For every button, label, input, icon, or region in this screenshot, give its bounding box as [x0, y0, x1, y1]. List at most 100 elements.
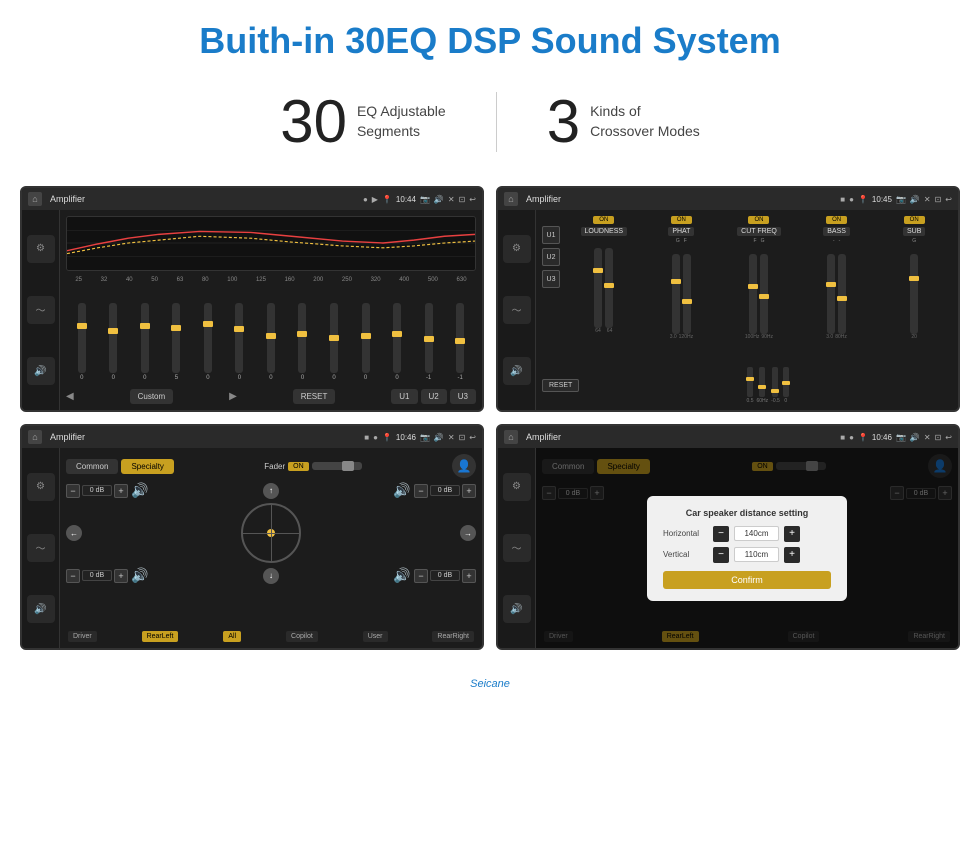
- volume-icon4[interactable]: 🔊: [910, 433, 920, 442]
- dialog-confirm-button[interactable]: Confirm: [663, 571, 831, 589]
- spk-minus-tl[interactable]: −: [66, 484, 80, 498]
- cutfreq-slider2[interactable]: [760, 254, 768, 334]
- crossover-reset-btn[interactable]: RESET: [542, 379, 579, 392]
- specialty-tab1[interactable]: Specialty: [121, 459, 173, 474]
- eq-slider-2[interactable]: 0: [109, 303, 117, 381]
- eq-u3-btn[interactable]: U3: [450, 389, 476, 404]
- eq-u1-btn[interactable]: U1: [391, 389, 417, 404]
- spk-plus-bl[interactable]: +: [114, 569, 128, 583]
- play-icon[interactable]: ▶: [372, 195, 378, 204]
- eq-slider-9[interactable]: 0: [330, 303, 338, 381]
- speaker2-sidebar-btn2[interactable]: 〜: [503, 534, 531, 562]
- arrow-right-btn[interactable]: →: [460, 525, 476, 541]
- eq-slider-11[interactable]: 0: [393, 303, 401, 381]
- eq-sidebar-btn2[interactable]: 〜: [27, 296, 55, 324]
- spk-minus-br[interactable]: −: [414, 569, 428, 583]
- sub-on-btn[interactable]: ON: [904, 216, 925, 224]
- close-icon2[interactable]: ✕: [924, 195, 931, 204]
- loudness-slider1[interactable]: [594, 248, 602, 328]
- rearright-label1[interactable]: RearRight: [432, 631, 474, 642]
- dialog-vertical-minus[interactable]: −: [713, 547, 729, 563]
- spk-plus-br[interactable]: +: [462, 569, 476, 583]
- speaker1-sidebar-btn1[interactable]: ⚙: [27, 473, 55, 501]
- loudness-slider2[interactable]: [605, 248, 613, 328]
- close-icon3[interactable]: ✕: [448, 433, 455, 442]
- sub-slider1[interactable]: [910, 254, 918, 334]
- eq-sidebar-btn3[interactable]: 🔊: [27, 357, 55, 385]
- crossover-sidebar-btn1[interactable]: ⚙: [503, 235, 531, 263]
- fullscreen-icon3[interactable]: ⊡: [459, 433, 466, 442]
- eq-slider-10[interactable]: 0: [362, 303, 370, 381]
- dialog-vertical-plus[interactable]: +: [784, 547, 800, 563]
- speaker1-sidebar-btn3[interactable]: 🔊: [27, 595, 55, 623]
- eq-prev-btn[interactable]: ◀: [66, 391, 74, 402]
- crossover-sidebar-btn2[interactable]: 〜: [503, 296, 531, 324]
- volume-icon3[interactable]: 🔊: [434, 433, 444, 442]
- spk-minus-tr[interactable]: −: [414, 484, 428, 498]
- home-icon[interactable]: ⌂: [28, 192, 42, 206]
- eq-slider-3[interactable]: 0: [141, 303, 149, 381]
- bass-slider1[interactable]: [827, 254, 835, 334]
- close-icon4[interactable]: ✕: [924, 433, 931, 442]
- eq-reset-btn[interactable]: RESET: [293, 389, 336, 404]
- speaker2-sidebar-btn3[interactable]: 🔊: [503, 595, 531, 623]
- common-tab1[interactable]: Common: [66, 459, 118, 474]
- bass-slider2[interactable]: [838, 254, 846, 334]
- eq-next-btn[interactable]: ▶: [229, 391, 237, 402]
- close-icon[interactable]: ✕: [448, 195, 455, 204]
- eq-slider-13[interactable]: -1: [456, 303, 464, 381]
- fader-on-btn[interactable]: ON: [288, 462, 309, 471]
- eq-slider-8[interactable]: 0: [298, 303, 306, 381]
- speaker1-sidebar-btn2[interactable]: 〜: [27, 534, 55, 562]
- crossover-sidebar-btn3[interactable]: 🔊: [503, 357, 531, 385]
- fullscreen-icon4[interactable]: ⊡: [935, 433, 942, 442]
- rearleft-label1[interactable]: RearLeft: [142, 631, 179, 642]
- home-icon3[interactable]: ⌂: [28, 430, 42, 444]
- volume-icon2[interactable]: 🔊: [910, 195, 920, 204]
- back-icon4[interactable]: ↩: [945, 433, 952, 442]
- back-icon3[interactable]: ↩: [469, 433, 476, 442]
- loudness-on-btn[interactable]: ON: [593, 216, 614, 224]
- arrow-down-btn[interactable]: ↓: [263, 568, 279, 584]
- eq-u2-btn[interactable]: U2: [421, 389, 447, 404]
- bass-on-btn[interactable]: ON: [826, 216, 847, 224]
- spk-plus-tl[interactable]: +: [114, 484, 128, 498]
- eq-slider-4[interactable]: 5: [172, 303, 180, 381]
- user-label1[interactable]: User: [363, 631, 388, 642]
- phat-slider1[interactable]: [672, 254, 680, 334]
- fullscreen-icon2[interactable]: ⊡: [935, 195, 942, 204]
- eq-sidebar-btn1[interactable]: ⚙: [27, 235, 55, 263]
- u1-button[interactable]: U1: [542, 226, 560, 244]
- profile-icon[interactable]: 👤: [452, 454, 476, 478]
- eq-slider-6[interactable]: 0: [235, 303, 243, 381]
- home-icon2[interactable]: ⌂: [504, 192, 518, 206]
- dialog-horizontal-minus[interactable]: −: [713, 526, 729, 542]
- fullscreen-icon[interactable]: ⊡: [459, 195, 466, 204]
- dialog-horizontal-plus[interactable]: +: [784, 526, 800, 542]
- arrow-up-btn[interactable]: ↑: [263, 483, 279, 499]
- arrow-left-btn[interactable]: ←: [66, 525, 82, 541]
- eq-slider-7[interactable]: 0: [267, 303, 275, 381]
- eq-custom-btn[interactable]: Custom: [130, 389, 174, 404]
- copilot-label1[interactable]: Copilot: [286, 631, 318, 642]
- volume-icon[interactable]: 🔊: [434, 195, 444, 204]
- fader-slider[interactable]: [312, 462, 362, 470]
- home-icon4[interactable]: ⌂: [504, 430, 518, 444]
- cutfreq-slider1[interactable]: [749, 254, 757, 334]
- spk-minus-bl[interactable]: −: [66, 569, 80, 583]
- all-label1[interactable]: All: [223, 631, 241, 642]
- spk-plus-tr[interactable]: +: [462, 484, 476, 498]
- phat-slider2[interactable]: [683, 254, 691, 334]
- cutfreq-on-btn[interactable]: ON: [748, 216, 769, 224]
- crosshair-widget[interactable]: [241, 503, 301, 563]
- eq-slider-5[interactable]: 0: [204, 303, 212, 381]
- eq-slider-1[interactable]: 0: [78, 303, 86, 381]
- phat-on-btn[interactable]: ON: [671, 216, 692, 224]
- driver-label1[interactable]: Driver: [68, 631, 97, 642]
- back-icon2[interactable]: ↩: [945, 195, 952, 204]
- speaker2-sidebar-btn1[interactable]: ⚙: [503, 473, 531, 501]
- u3-button[interactable]: U3: [542, 270, 560, 288]
- u2-button[interactable]: U2: [542, 248, 560, 266]
- back-icon[interactable]: ↩: [469, 195, 476, 204]
- eq-slider-12[interactable]: -1: [425, 303, 433, 381]
